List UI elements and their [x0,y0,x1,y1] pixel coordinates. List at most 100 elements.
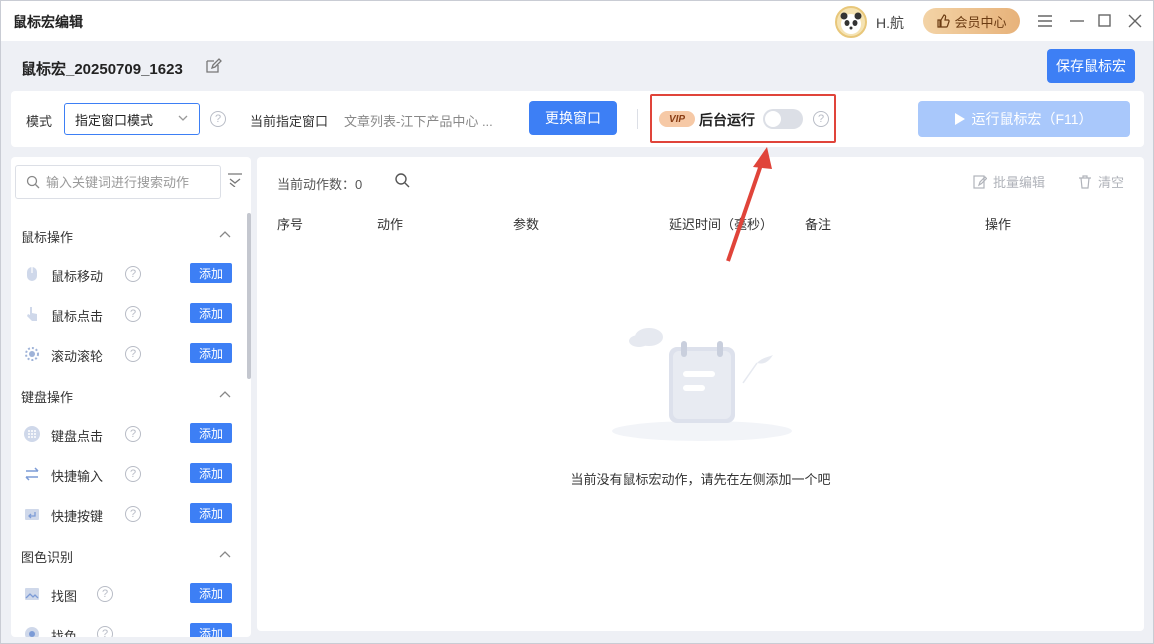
action-label: 快捷输入 [51,469,104,484]
help-icon[interactable]: ? [97,586,113,602]
column-header-action: 动作 [377,217,404,232]
menu-button[interactable] [1035,11,1055,31]
toggle-knob [765,111,781,127]
vip-badge: VIP [659,111,695,127]
clear-button[interactable]: 清空 [1078,172,1124,191]
hamburger-icon [1038,15,1052,27]
column-header-operations: 操作 [985,217,1012,232]
column-header-index: 序号 [277,217,304,232]
mode-label: 模式 [26,114,53,129]
vip-center-label: 会员中心 [954,14,1007,30]
search-input[interactable] [46,172,216,192]
chevron-up-icon[interactable] [219,389,231,399]
scroll-wheel-icon [25,347,39,361]
close-icon [1128,14,1142,28]
action-item-find-image: 找图 ? 添加 [21,582,235,606]
chevron-up-icon[interactable] [219,229,231,239]
close-button[interactable] [1125,11,1145,31]
enter-key-icon [25,509,39,520]
avatar[interactable] [835,6,867,38]
action-label: 鼠标移动 [51,269,104,284]
macro-name: 鼠标宏_20250709_1623 [21,61,183,78]
background-run-help-icon[interactable]: ? [813,111,829,127]
save-macro-button[interactable]: 保存鼠标宏 [1047,49,1135,83]
empty-state-illustration [612,328,792,441]
add-scroll-wheel-button[interactable]: 添加 [190,343,232,363]
help-icon[interactable]: ? [125,266,141,282]
window-title: 鼠标宏编辑 [13,14,83,30]
chevron-up-icon[interactable] [219,549,231,559]
action-label: 快捷按键 [51,509,104,524]
minimize-icon [1070,20,1084,22]
macro-editor-window: 鼠标宏编辑 H.航 会员中心 鼠标宏_20250709_1623 保存鼠标宏 模… [0,0,1154,644]
run-macro-button[interactable]: 运行鼠标宏（F11） [918,101,1130,137]
minimize-button[interactable] [1067,11,1087,31]
action-list-panel: 当前动作数：0 批量编辑 清空 序号 动作 参数 延迟时间（毫秒） 备注 操作 [257,157,1144,631]
add-find-color-button[interactable]: 添加 [190,623,232,637]
action-label: 鼠标点击 [51,309,104,324]
category-mouse-title[interactable]: 鼠标操作 [21,227,73,246]
background-run-toggle[interactable] [763,109,803,129]
add-find-image-button[interactable]: 添加 [190,583,232,603]
thumbs-up-icon [937,14,951,28]
current-window-label: 当前指定窗口 [250,114,329,129]
help-icon[interactable]: ? [125,346,141,362]
chevron-down-icon [178,115,188,121]
empty-state-text: 当前没有鼠标宏动作，请先在左侧添加一个吧 [570,472,831,487]
action-item-scroll-wheel: 滚动滚轮 ? 添加 [21,342,235,366]
run-macro-label: 运行鼠标宏（F11） [971,111,1093,127]
batch-edit-label: 批量编辑 [993,175,1046,190]
color-picker-icon [25,627,39,637]
action-count: 当前动作数：0 [277,174,362,193]
help-icon[interactable]: ? [125,466,141,482]
help-icon[interactable]: ? [125,506,141,522]
change-window-button[interactable]: 更换窗口 [529,101,617,135]
column-header-delay: 延迟时间（毫秒） [669,217,774,232]
action-item-mouse-click: 鼠标点击 ? 添加 [21,302,235,326]
add-quick-input-button[interactable]: 添加 [190,463,232,483]
search-icon[interactable] [394,172,410,188]
action-item-mouse-move: 鼠标移动 ? 添加 [21,262,235,286]
category-keyboard-title[interactable]: 键盘操作 [21,387,73,406]
username[interactable]: H.航 [876,13,904,33]
maximize-icon [1098,14,1111,27]
column-header-notes: 备注 [805,217,832,232]
current-window-value: 文章列表-江下产品中心 ... [344,114,493,129]
vip-center-button[interactable]: 会员中心 [923,8,1020,34]
macro-header: 鼠标宏_20250709_1623 保存鼠标宏 [11,41,1144,91]
sidebar-scrollbar[interactable] [247,213,251,379]
edit-icon[interactable] [204,57,222,75]
add-key-press-button[interactable]: 添加 [190,423,232,443]
action-item-find-color: 找色 ? 添加 [21,622,235,637]
help-icon[interactable]: ? [97,626,113,637]
batch-edit-icon [973,174,987,189]
play-icon [955,113,966,125]
batch-edit-button[interactable]: 批量编辑 [973,172,1045,191]
mode-select[interactable]: 指定窗口模式 [64,103,200,135]
toolbar-divider [637,109,638,129]
collapse-all-icon[interactable] [227,173,243,187]
column-header-params: 参数 [513,217,540,232]
search-icon [26,175,40,189]
pointer-click-icon [27,307,37,321]
mode-help-icon[interactable]: ? [210,111,226,127]
help-icon[interactable]: ? [125,306,141,322]
action-item-quick-input: 快捷输入 ? 添加 [21,462,235,486]
add-mouse-click-button[interactable]: 添加 [190,303,232,323]
action-item-hotkey: 快捷按键 ? 添加 [21,502,235,526]
help-icon[interactable]: ? [125,426,141,442]
action-library-panel: 鼠标操作 鼠标移动 ? 添加 鼠标点击 ? 添加 滚动滚轮 ? 添加 键盘操作 … [11,157,251,637]
image-icon [25,588,39,600]
add-hotkey-button[interactable]: 添加 [190,503,232,523]
trash-icon [1079,174,1091,189]
action-search[interactable] [15,165,221,199]
action-label: 键盘点击 [51,429,104,444]
title-bar: 鼠标宏编辑 H.航 会员中心 [1,1,1153,41]
category-image-color-title[interactable]: 图色识别 [21,547,73,566]
maximize-button[interactable] [1095,11,1115,31]
add-mouse-move-button[interactable]: 添加 [190,263,232,283]
clear-label: 清空 [1098,175,1125,190]
panda-avatar-icon [840,12,862,34]
keypad-icon [24,426,40,442]
action-count-label: 当前动作数： [277,177,356,192]
